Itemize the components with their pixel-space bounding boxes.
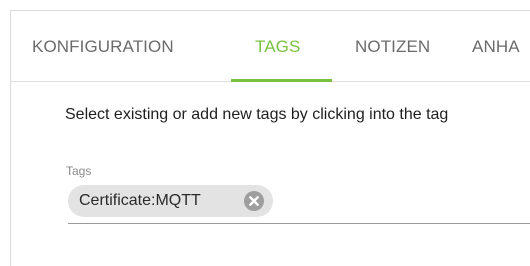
tab-konfiguration[interactable]: KONFIGURATION xyxy=(32,37,174,57)
tag-chip[interactable]: Certificate:MQTT xyxy=(68,185,273,217)
tab-tags[interactable]: TAGS xyxy=(255,37,300,57)
tab-notizen[interactable]: NOTIZEN xyxy=(355,37,430,57)
tab-bar: KONFIGURATION TAGS NOTIZEN ANHA xyxy=(11,11,530,82)
close-circle-icon[interactable] xyxy=(244,191,264,211)
tags-input-underline[interactable] xyxy=(68,223,530,224)
tag-chip-label: Certificate:MQTT xyxy=(79,192,201,209)
active-tab-indicator xyxy=(231,79,332,82)
tab-anhaenge[interactable]: ANHA xyxy=(472,37,520,57)
tags-field-label: Tags xyxy=(66,164,92,178)
tabbed-panel: KONFIGURATION TAGS NOTIZEN ANHA Select e… xyxy=(10,10,530,266)
tags-instruction-text: Select existing or add new tags by click… xyxy=(65,106,449,123)
